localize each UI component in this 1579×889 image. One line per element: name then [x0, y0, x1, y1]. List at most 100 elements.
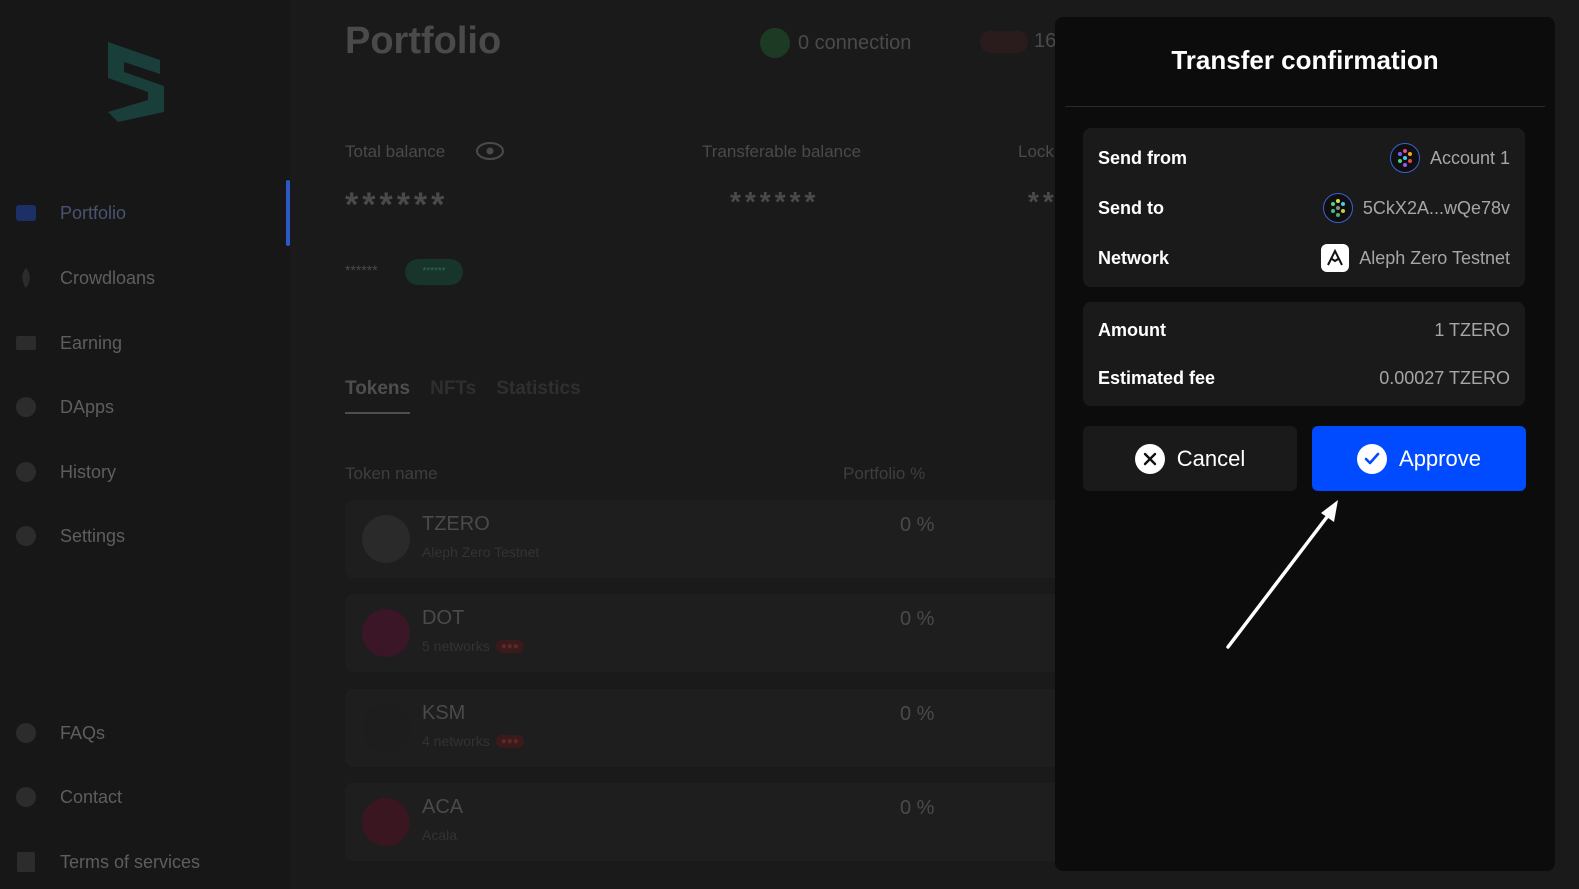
table-row[interactable]: ACA Acala 0 % — [345, 783, 1105, 861]
cancel-button-label: Cancel — [1176, 445, 1246, 471]
locked-balance-label: Lock — [1018, 142, 1054, 161]
send-to-value: 5CkX2A...wQe78v — [1362, 197, 1510, 218]
fee-value: 0.00027 TZERO — [1379, 367, 1510, 388]
sidebar-item-contact[interactable]: Contact — [14, 782, 122, 812]
tzero-token-icon — [362, 515, 410, 563]
network-value: Aleph Zero Testnet — [1359, 247, 1510, 268]
token-portfolio-pct: 0 % — [900, 703, 935, 725]
dot-token-icon — [362, 609, 410, 657]
network-stack-badge: ●●● — [495, 734, 524, 748]
rocket-icon — [14, 266, 38, 290]
fee-row: Estimated fee 0.00027 TZERO — [1098, 363, 1510, 393]
sidebar-item-label: History — [60, 461, 117, 482]
send-from-value: Account 1 — [1429, 147, 1510, 168]
balance-change-pill: ****** — [405, 259, 463, 285]
clock-icon — [14, 460, 38, 484]
token-network: Acala — [422, 827, 458, 843]
check-icon — [1357, 443, 1388, 474]
send-from-label: Send from — [1098, 147, 1188, 168]
approve-button-label: Approve — [1399, 445, 1481, 471]
token-portfolio-pct: 0 % — [900, 608, 935, 630]
table-row[interactable]: TZERO Aleph Zero Testnet 0 % — [345, 500, 1105, 578]
subwallet-logo — [108, 42, 164, 122]
network-stack-badge: ●●● — [495, 639, 524, 653]
document-icon — [14, 850, 38, 874]
connection-label: 0 connection — [798, 31, 912, 54]
portfolio-icon — [14, 201, 38, 225]
network-stack-icon — [980, 30, 1028, 53]
sidebar-item-label: Crowdloans — [60, 267, 156, 288]
token-network: 5 networks — [422, 638, 490, 654]
locked-balance-value: ** — [1028, 186, 1058, 217]
eye-icon[interactable] — [476, 140, 504, 162]
portfolio-tabs: Tokens NFTs Statistics — [345, 378, 581, 414]
transferable-balance-label: Transferable balance — [702, 142, 862, 161]
transfer-details-card: Send from Account 1 Send to 5CkX2A...wQe… — [1083, 128, 1525, 287]
token-subtitle: 4 networks ●●● — [422, 733, 524, 749]
modal-divider — [1065, 106, 1545, 107]
token-name: ACA — [422, 796, 464, 818]
sidebar-item-label: Earning — [60, 332, 123, 353]
sidebar-item-dapps[interactable]: DApps — [14, 392, 114, 422]
sidebar-item-terms[interactable]: Terms of services — [14, 847, 200, 877]
fee-label: Estimated fee — [1098, 367, 1216, 388]
tab-nfts[interactable]: NFTs — [430, 378, 476, 414]
token-name-header: Token name — [345, 464, 438, 483]
gear-icon — [14, 524, 38, 548]
token-name: TZERO — [422, 513, 490, 535]
ksm-token-icon — [362, 704, 410, 752]
send-to-label: Send to — [1098, 197, 1164, 218]
table-row[interactable]: KSM 4 networks ●●● 0 % — [345, 689, 1105, 767]
page-title: Portfolio — [345, 20, 502, 62]
connection-status[interactable]: 0 connection — [760, 28, 911, 58]
amount-value: 1 TZERO — [1434, 319, 1510, 340]
approve-button[interactable]: Approve — [1312, 426, 1526, 491]
transfer-confirmation-modal: Transfer confirmation Send from Account … — [1055, 17, 1555, 871]
send-from-row: Send from Account 1 — [1098, 143, 1510, 173]
token-name: DOT — [422, 607, 465, 629]
send-to-row: Send to 5CkX2A...wQe78v — [1098, 193, 1510, 223]
table-row[interactable]: DOT 5 networks ●●● 0 % — [345, 594, 1105, 672]
token-name: KSM — [422, 702, 466, 724]
recipient-avatar-icon — [1322, 193, 1353, 223]
sidebar-item-faqs[interactable]: FAQs — [14, 718, 105, 748]
sidebar-item-settings[interactable]: Settings — [14, 521, 125, 551]
token-subtitle: Acala — [422, 827, 457, 843]
portfolio-pct-header: Portfolio % — [843, 464, 926, 483]
sidebar-item-history[interactable]: History — [14, 457, 116, 487]
token-network: 4 networks — [422, 733, 490, 749]
sidebar-item-label: Contact — [60, 786, 123, 807]
token-subtitle: 5 networks ●●● — [422, 638, 524, 654]
sidebar-item-portfolio[interactable]: Portfolio — [14, 198, 126, 228]
total-balance-label: Total balance — [345, 142, 446, 161]
globe-icon — [14, 395, 38, 419]
account-avatar-icon — [1389, 143, 1420, 173]
amount-row: Amount 1 TZERO — [1098, 315, 1510, 345]
tab-tokens[interactable]: Tokens — [345, 378, 411, 414]
aleph-zero-icon — [1321, 244, 1350, 272]
connection-icon — [760, 28, 790, 58]
network-selector[interactable]: 16 — [980, 30, 1056, 53]
token-portfolio-pct: 0 % — [900, 514, 935, 536]
sidebar-item-label: Terms of services — [60, 851, 201, 872]
sidebar-item-label: DApps — [60, 396, 115, 417]
transferable-balance-value: ****** — [730, 186, 820, 217]
token-portfolio-pct: 0 % — [900, 797, 935, 819]
close-icon — [1134, 443, 1165, 474]
total-balance-value: ****** — [345, 186, 449, 224]
token-subtitle: Aleph Zero Testnet — [422, 544, 539, 560]
earning-icon — [14, 331, 38, 355]
messenger-icon — [14, 785, 38, 809]
sidebar: Portfolio Crowdloans Earning DApps Histo… — [0, 0, 290, 889]
sidebar-item-crowdloans[interactable]: Crowdloans — [14, 263, 155, 293]
network-row: Network Aleph Zero Testnet — [1098, 243, 1510, 273]
sidebar-item-label: Settings — [60, 525, 126, 546]
tab-statistics[interactable]: Statistics — [496, 378, 580, 414]
modal-title: Transfer confirmation — [1171, 45, 1439, 75]
cancel-button[interactable]: Cancel — [1083, 426, 1297, 491]
amount-label: Amount — [1098, 319, 1166, 340]
info-icon — [14, 721, 38, 745]
sidebar-item-earning[interactable]: Earning — [14, 328, 122, 358]
sidebar-item-label: Portfolio — [60, 202, 127, 223]
sidebar-item-label: FAQs — [60, 722, 106, 743]
